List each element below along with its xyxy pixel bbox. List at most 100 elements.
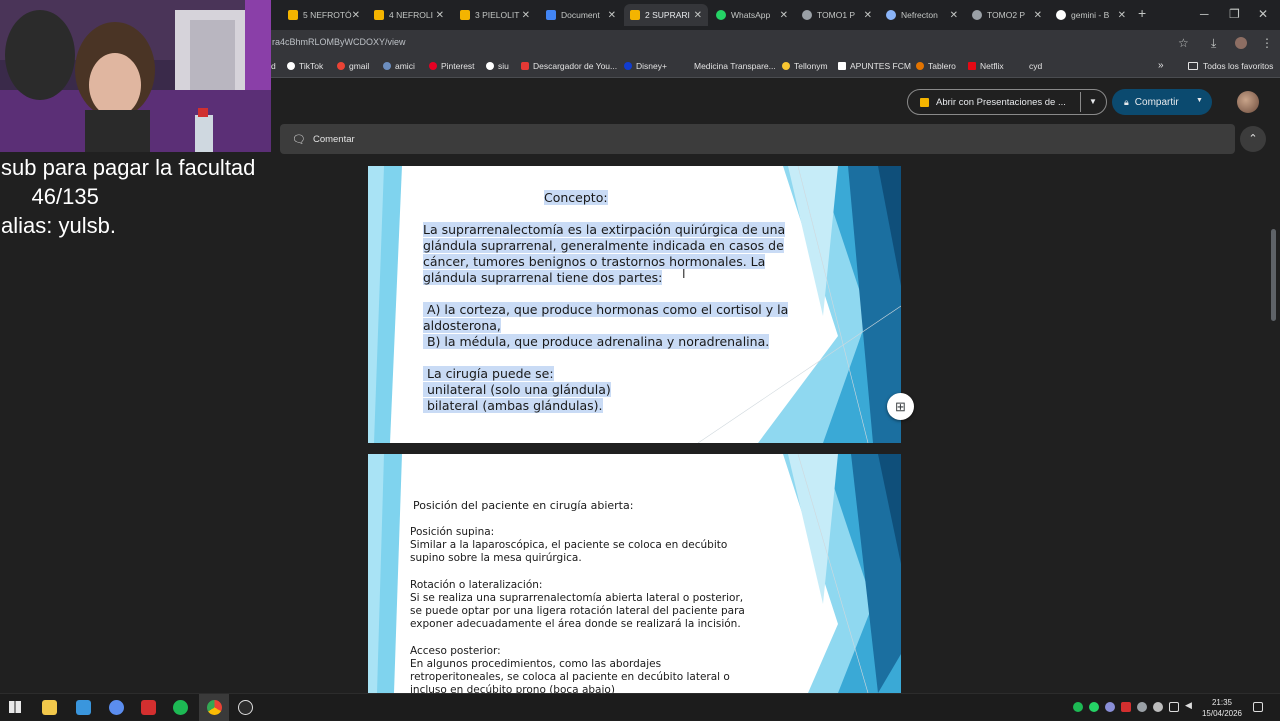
new-tab-icon[interactable]: + <box>1138 5 1146 21</box>
lock-icon: 🔒︎ <box>1124 96 1129 107</box>
slide-heading: Concepto: <box>544 190 608 205</box>
browser-tab[interactable]: WhatsApp ✕ <box>710 4 794 26</box>
comment-bar[interactable]: 🗨︎ Comentar <box>280 124 1235 154</box>
browser-tab[interactable]: gemini - B ✕ <box>1050 4 1132 26</box>
close-icon[interactable]: ✕ <box>522 10 530 21</box>
globe-icon <box>802 10 812 20</box>
text-cursor-icon: I <box>682 267 686 281</box>
window-close-icon[interactable]: ✕ <box>1258 7 1268 21</box>
close-icon[interactable]: ✕ <box>694 10 702 21</box>
bookmark-item[interactable]: APUNTES FCM <box>838 61 911 71</box>
close-icon[interactable]: ✕ <box>608 10 616 21</box>
slide-text-line: retroperitoneales, se coloca al paciente… <box>410 671 730 683</box>
bookmark-item[interactable]: Netflix <box>968 61 1004 71</box>
clock[interactable]: 21:35 15/04/2026 <box>1196 697 1248 719</box>
bookmark-item[interactable]: TikTok <box>287 61 323 71</box>
browser-tab[interactable]: 4 NEFROLI ✕ <box>368 4 450 26</box>
browser-tab[interactable]: Nefrecton ✕ <box>880 4 964 26</box>
browser-tab[interactable]: Document ✕ <box>540 4 622 26</box>
comment-icon: 🗨︎ <box>292 133 306 146</box>
close-icon[interactable]: ✕ <box>950 10 958 21</box>
browser-tab-active[interactable]: 2 SUPRARI ✕ <box>624 4 708 26</box>
bookmark-star-icon[interactable]: ☆ <box>1178 36 1189 50</box>
bookmark-item[interactable]: Tablero <box>916 61 956 71</box>
tiktok-icon <box>287 62 295 70</box>
gmail-icon <box>337 62 345 70</box>
google-icon <box>1056 10 1066 20</box>
bookmark-item[interactable]: Descargador de You... <box>521 61 617 71</box>
clock-date: 15/04/2026 <box>1201 709 1243 718</box>
avatar[interactable] <box>1237 91 1259 113</box>
tab-label: Nefrecton <box>901 10 938 20</box>
tellonym-icon <box>782 62 790 70</box>
share-button[interactable]: 🔒︎ Compartir ▼ <box>1112 89 1212 115</box>
close-icon[interactable]: ✕ <box>864 10 872 21</box>
spotify-icon[interactable] <box>173 700 188 715</box>
steam-tray-icon[interactable] <box>1137 702 1147 712</box>
browser-tab[interactable]: TOMO1 P ✕ <box>796 4 878 26</box>
whatsapp-tray-icon[interactable] <box>1089 702 1099 712</box>
bookmarks-overflow-icon[interactable]: » <box>1158 60 1164 71</box>
tray-icon[interactable] <box>1153 702 1163 712</box>
open-with-button[interactable]: Abrir con Presentaciones de ... ▼ <box>907 89 1107 115</box>
bookmark-item[interactable]: gmail <box>337 61 369 71</box>
minimize-icon[interactable]: ─ <box>1200 7 1209 21</box>
bookmark-item[interactable]: d <box>271 61 276 71</box>
gemini-icon <box>886 10 896 20</box>
chevron-down-icon[interactable]: ▼ <box>1196 97 1203 104</box>
close-icon[interactable]: ✕ <box>436 10 444 21</box>
tab-label: TOMO1 P <box>817 10 856 20</box>
all-favorites[interactable]: Todos los favoritos <box>1188 61 1273 71</box>
download-icon[interactable]: ⤓ <box>1211 36 1216 51</box>
bookmark-item[interactable]: Tellonym <box>782 61 828 71</box>
store-icon[interactable] <box>76 700 91 715</box>
bookmark-item[interactable]: Medicina Transpare... <box>694 61 776 71</box>
browser-tab[interactable]: TOMO2 P ✕ <box>966 4 1048 26</box>
slide-paragraph-line: La suprarrenalectomía es la extirpación … <box>423 222 786 237</box>
close-icon[interactable]: ✕ <box>352 10 360 21</box>
url-text[interactable]: ra4cBhmRLOMByWCDOXY/view <box>272 37 406 47</box>
network-icon[interactable] <box>1169 702 1179 712</box>
app-tray-icon[interactable] <box>1121 702 1131 712</box>
open-with-label: Abrir con Presentaciones de ... <box>936 96 1066 108</box>
slide-text-line: exponer adecuadamente el área donde se r… <box>410 618 741 630</box>
add-comment-button[interactable]: ⊞ <box>887 393 914 420</box>
bookmark-item[interactable]: amici <box>383 61 415 71</box>
bookmark-item[interactable]: Pinterest <box>429 61 475 71</box>
slide-list-line: La cirugía puede se: <box>423 366 554 381</box>
spotify-tray-icon[interactable] <box>1073 702 1083 712</box>
close-icon[interactable]: ✕ <box>780 10 788 21</box>
slide-text-line: Rotación o lateralización: <box>410 579 543 591</box>
menu-kebab-icon[interactable]: ⋮ <box>1261 36 1273 50</box>
windows-start-icon[interactable] <box>9 701 21 713</box>
browser-tab[interactable]: 5 NEFROTÓ ✕ <box>282 4 364 26</box>
close-icon[interactable]: ✕ <box>1118 10 1126 21</box>
bookmark-item[interactable]: Disney+ <box>624 61 667 71</box>
slides-icon <box>374 10 384 20</box>
browser-tab[interactable]: 3 PIELOLIT ✕ <box>454 4 536 26</box>
discord-tray-icon[interactable] <box>1105 702 1115 712</box>
notifications-icon[interactable] <box>1253 702 1263 712</box>
obs-icon[interactable] <box>238 700 253 715</box>
taskbar: ◀ 21:35 15/04/2026 <box>0 693 1280 721</box>
slides-icon <box>630 10 640 20</box>
profile-icon[interactable] <box>1235 37 1247 49</box>
webcam-feed <box>0 0 271 152</box>
chrome-icon[interactable] <box>207 700 222 715</box>
volume-icon[interactable]: ◀ <box>1185 700 1195 710</box>
slide-paragraph-line: glándula suprarrenal tiene dos partes: <box>423 270 663 285</box>
share-label: Compartir <box>1134 96 1179 108</box>
chrome-profile-icon[interactable] <box>109 700 124 715</box>
chevron-down-icon[interactable]: ▼ <box>1089 97 1097 106</box>
close-icon[interactable]: ✕ <box>1034 10 1042 21</box>
slide-list-line: unilateral (solo una glándula) <box>423 382 611 397</box>
file-explorer-icon[interactable] <box>42 700 57 715</box>
slide-text-line: Acceso posterior: <box>410 645 501 657</box>
bookmark-item[interactable]: cyd <box>1029 61 1042 71</box>
restore-icon[interactable]: ❐ <box>1229 7 1240 21</box>
slide-text-line: incluso en decúbito prono (boca abajo) <box>410 684 615 693</box>
app-icon[interactable] <box>141 700 156 715</box>
chevron-up-icon[interactable]: ⌃ <box>1240 126 1266 152</box>
bookmark-item[interactable]: siu <box>486 61 509 71</box>
scrollbar[interactable] <box>1271 229 1276 321</box>
